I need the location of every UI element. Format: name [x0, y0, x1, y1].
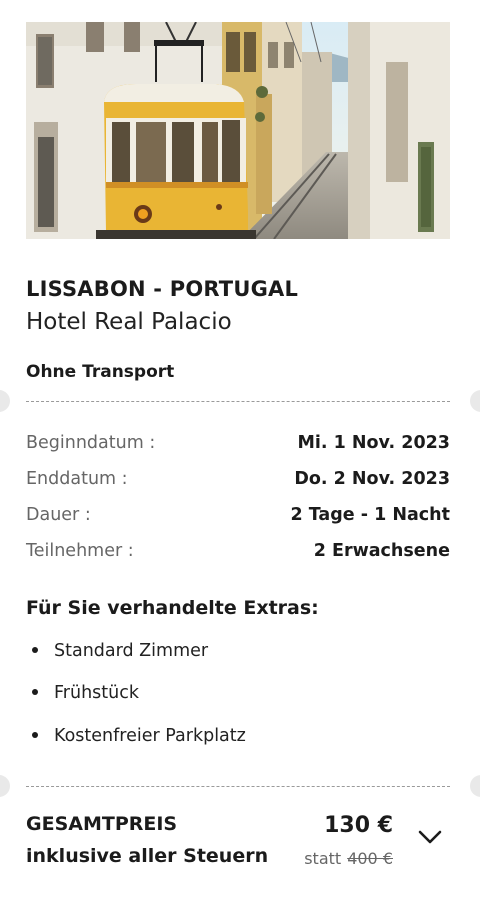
bullet-icon — [32, 731, 38, 738]
statt-label: statt — [304, 849, 342, 868]
detail-value: Do. 2 Nov. 2023 — [294, 469, 450, 489]
detail-value: 2 Erwachsene — [313, 541, 450, 561]
total-price: 130 € — [324, 813, 393, 838]
extras-list-item: Standard Zimmer — [26, 641, 208, 661]
transport-option: Ohne Transport — [26, 362, 175, 382]
chevron-down-icon — [418, 830, 442, 844]
detail-label: Teilnehmer : — [26, 541, 134, 561]
offer-card: LISSABON - PORTUGAL Hotel Real Palacio O… — [0, 0, 480, 900]
bullet-icon — [32, 688, 38, 695]
detail-value: 2 Tage - 1 Nacht — [290, 505, 450, 525]
tax-note: inklusive aller Steuern — [26, 845, 269, 867]
detail-row-start-date: Beginndatum : Mi. 1 Nov. 2023 — [26, 433, 450, 459]
detail-label: Beginndatum : — [26, 433, 156, 453]
extras-heading: Für Sie verhandelte Extras: — [26, 597, 319, 619]
detail-value: Mi. 1 Nov. 2023 — [297, 433, 450, 453]
detail-label: Enddatum : — [26, 469, 128, 489]
ticket-notch-right — [470, 775, 480, 797]
old-price-block: statt 400 € — [304, 849, 393, 868]
divider — [26, 401, 450, 402]
total-price-label: GESAMTPREIS — [26, 813, 178, 835]
extras-item-label: Frühstück — [54, 683, 139, 703]
hero-image — [26, 22, 450, 239]
detail-label: Dauer : — [26, 505, 91, 525]
detail-row-end-date: Enddatum : Do. 2 Nov. 2023 — [26, 469, 450, 495]
extras-list-item: Frühstück — [26, 683, 139, 703]
ticket-notch-right — [470, 390, 480, 412]
divider — [26, 786, 450, 787]
ticket-notch-left — [0, 775, 10, 797]
extras-item-label: Kostenfreier Parkplatz — [54, 726, 246, 746]
expand-price-button[interactable] — [417, 828, 443, 846]
extras-item-label: Standard Zimmer — [54, 641, 209, 661]
detail-row-duration: Dauer : 2 Tage - 1 Nacht — [26, 505, 450, 531]
detail-row-participants: Teilnehmer : 2 Erwachsene — [26, 541, 450, 567]
ticket-notch-left — [0, 390, 10, 412]
bullet-icon — [32, 646, 38, 653]
destination-location: LISSABON - PORTUGAL — [26, 277, 299, 301]
tram-photo-illustration — [26, 22, 450, 239]
old-price: 400 € — [347, 849, 393, 868]
extras-list-item: Kostenfreier Parkplatz — [26, 726, 246, 746]
hotel-name: Hotel Real Palacio — [26, 309, 232, 335]
